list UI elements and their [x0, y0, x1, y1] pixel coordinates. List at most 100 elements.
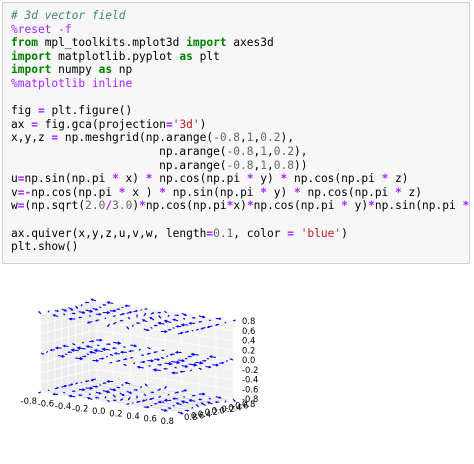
code-token: w [11, 199, 18, 212]
arrow-head [105, 397, 106, 398]
arrow-head [96, 397, 97, 398]
quiver-arrow [105, 396, 106, 397]
x-tick-label: -0.6 [38, 399, 54, 409]
quiver-arrow [91, 299, 96, 301]
quiver-arrow [121, 320, 124, 321]
quiver-arrow [168, 408, 171, 409]
code-token: * [159, 186, 166, 199]
quiver-arrow [188, 356, 192, 357]
code-token: '3d' [173, 118, 200, 131]
arrow-head [204, 360, 205, 361]
code-token: x) [119, 172, 146, 185]
arrow-head [103, 383, 104, 384]
quiver-arrow [185, 410, 188, 411]
code-token: np.arange( [11, 145, 227, 158]
arrow-head [118, 387, 119, 388]
quiver-arrow [149, 366, 151, 367]
quiver-arrow [192, 317, 195, 318]
quiver-arrow [82, 356, 86, 357]
quiver-arrow [184, 319, 185, 320]
quiver-arrow [79, 317, 82, 318]
quiver-arrow [175, 367, 177, 368]
quiver-arrow [226, 361, 227, 362]
code-token: * [341, 199, 348, 212]
code-token: ) [341, 227, 348, 240]
code-token: plt.show() [11, 240, 78, 253]
quiver-arrow [47, 351, 48, 352]
arrow-head [74, 391, 75, 392]
code-line: ax = fig.gca(projection='3d') [11, 118, 474, 132]
code-token: * [119, 186, 126, 199]
code-line: ​ [11, 91, 474, 105]
quiver-arrow [87, 354, 89, 355]
code-token: 1 [260, 159, 267, 172]
quiver-arrow [199, 321, 202, 322]
quiver-arrow [39, 392, 41, 393]
arrow-head [133, 326, 134, 327]
code-token: 3.0 [112, 199, 132, 212]
arrow-head [136, 389, 137, 390]
code-token: %reset -f [11, 23, 72, 36]
code-line: x,y,z = np.meshgrid(np.arange(-0.8,1,0.2… [11, 131, 474, 145]
arrow-head [131, 357, 132, 358]
x-tick-label: 0.4 [126, 411, 139, 421]
quiver-arrow [117, 309, 120, 310]
code-token: 0.1 [213, 227, 233, 240]
code-cell[interactable]: # 3d vector field%reset -ffrom mpl_toolk… [2, 2, 470, 264]
code-token: np.cos(np.pi [146, 199, 227, 212]
code-token: np.sin(np.pi [375, 199, 463, 212]
quiver-arrow [137, 396, 138, 398]
code-token: y) [348, 199, 368, 212]
quiver-arrow [106, 344, 110, 345]
code-token: ), [294, 145, 307, 158]
code-token: matplotlib.pyplot [51, 50, 179, 63]
code-token: * [294, 186, 301, 199]
quiver-arrow [114, 400, 117, 401]
code-token: 1 [260, 145, 267, 158]
arrow-head [137, 315, 138, 316]
code-token: np.meshgrid(np.arange( [58, 131, 213, 144]
code-token: 0.2 [260, 131, 280, 144]
quiver-arrow [48, 311, 49, 312]
code-token: z)) [469, 199, 474, 212]
arrow-head [199, 399, 200, 400]
quiver-arrow [103, 304, 106, 305]
quiver-arrow [123, 347, 125, 348]
code-token: -0.8 [227, 159, 254, 172]
arrow-head [186, 358, 187, 359]
code-token: * [368, 199, 375, 212]
code-token: import [11, 63, 51, 76]
arrow-head [139, 349, 140, 350]
code-token: 'blue' [301, 227, 341, 240]
arrow-head [227, 361, 228, 362]
code-token: np.arange( [11, 159, 227, 172]
code-token: fig.gca(projection [38, 118, 166, 131]
arrow-head [137, 322, 138, 323]
arrow-head [192, 407, 193, 408]
x-tick-label: 0.0 [92, 406, 105, 416]
quiver-arrow [72, 313, 75, 314]
code-token: , [267, 145, 274, 158]
arrow-head [107, 356, 108, 357]
quiver-arrow [151, 327, 152, 328]
code-token: * [247, 172, 254, 185]
quiver-arrow [168, 329, 171, 330]
arrow-head [66, 354, 67, 355]
quiver-arrow [158, 312, 161, 313]
x-tick-label: -0.4 [55, 401, 71, 411]
quiver-arrow [72, 391, 75, 392]
code-editor[interactable]: # 3d vector field%reset -ffrom mpl_toolk… [11, 9, 474, 254]
code-line: %matplotlib inline [11, 77, 474, 91]
arrow-head [155, 403, 156, 404]
code-token: z) [388, 172, 408, 185]
z-tick-label: -0.6 [242, 384, 258, 394]
code-line: fig = plt.figure() [11, 104, 474, 118]
arrow-head [124, 347, 125, 348]
x-tick-label: -0.2 [72, 404, 88, 414]
arrow-head [194, 317, 195, 318]
code-token: axes3d [227, 36, 274, 49]
arrow-head [159, 312, 160, 313]
arrow-head [188, 356, 189, 357]
arrow-head [68, 352, 69, 353]
code-token: plt [193, 50, 220, 63]
